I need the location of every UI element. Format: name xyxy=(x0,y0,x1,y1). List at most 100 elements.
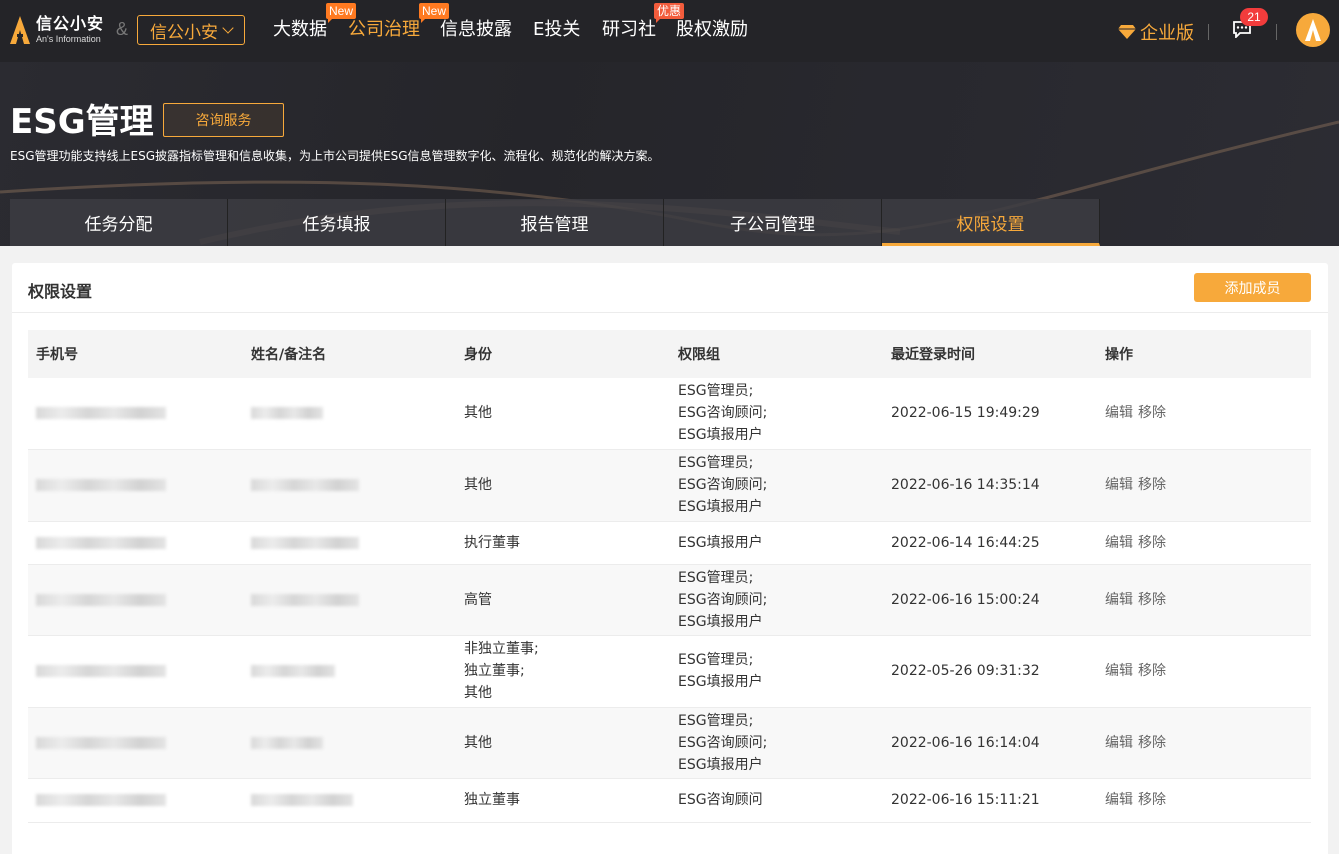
tab-task-filling[interactable]: 任务填报 xyxy=(228,199,446,246)
panel-title: 权限设置 xyxy=(28,282,93,301)
permission-group-cell: ESG管理员; ESG咨询顾问; ESG填报用户 xyxy=(670,564,883,636)
phone-cell-redacted xyxy=(28,778,243,823)
last-login-cell: 2022-05-26 09:31:32 xyxy=(883,635,1097,708)
redacted-phone xyxy=(36,794,166,806)
actions-cell: 编辑 移除 xyxy=(1097,378,1311,450)
redacted-phone xyxy=(36,479,166,491)
brand-logo[interactable]: 信公小安 An's Information xyxy=(10,14,104,46)
permission-group-cell: ESG管理员; ESG咨询顾问; ESG填报用户 xyxy=(670,707,883,779)
nav-item-disclosure[interactable]: 信息披露 xyxy=(440,19,512,41)
remove-link[interactable]: 移除 xyxy=(1138,735,1166,751)
remove-link[interactable]: 移除 xyxy=(1138,663,1166,679)
last-login-cell: 2022-06-15 19:49:29 xyxy=(883,378,1097,450)
name-cell-redacted xyxy=(243,521,456,565)
edit-link[interactable]: 编辑 xyxy=(1105,405,1133,421)
identity-line: 独立董事 xyxy=(464,792,520,808)
nav-item-equity-incentive[interactable]: 股权激励 xyxy=(676,19,748,41)
new-badge: New xyxy=(419,3,450,23)
new-badge: New xyxy=(326,3,357,23)
permission-group-line: ESG管理员; xyxy=(678,712,754,729)
permission-group-line: ESG填报用户 xyxy=(678,613,763,630)
message-count-badge: 21 xyxy=(1240,8,1268,26)
redacted-phone xyxy=(36,665,166,677)
nav-item-big-data[interactable]: 大数据 xyxy=(273,19,327,41)
edit-link[interactable]: 编辑 xyxy=(1105,535,1133,551)
table-row: 非独立董事; 独立董事; 其他 ESG管理员; ESG填报用户 2022-05-26 09… xyxy=(28,635,1311,708)
add-member-button[interactable]: 添加成员 xyxy=(1194,273,1311,302)
phone-cell-redacted xyxy=(28,635,243,708)
remove-link[interactable]: 移除 xyxy=(1138,592,1166,608)
identity-cell: 其他 xyxy=(456,707,670,779)
permission-group-line: ESG填报用户 xyxy=(678,499,763,515)
discount-badge: 优惠 xyxy=(654,3,685,23)
permission-group-cell: ESG管理员; ESG咨询顾问; ESG填报用户 xyxy=(670,378,883,450)
product-select-label: 信公小安 xyxy=(150,22,218,43)
last-login-cell: 2022-06-16 15:11:21 xyxy=(883,778,1097,823)
name-cell-redacted xyxy=(243,635,456,708)
enterprise-edition-link[interactable]: 企业版 xyxy=(1118,19,1194,45)
remove-link[interactable]: 移除 xyxy=(1138,792,1166,808)
nav-item-e-ir[interactable]: E投关 xyxy=(533,19,580,41)
tab-report-management[interactable]: 报告管理 xyxy=(446,199,664,246)
identity-line: 其他 xyxy=(464,734,492,751)
enterprise-label: 企业版 xyxy=(1140,23,1194,44)
identity-line: 独立董事; xyxy=(464,663,525,679)
nav-item-academy[interactable]: 研习社 xyxy=(602,19,656,41)
column-header-phone: 手机号 xyxy=(28,330,243,378)
permission-group-line: ESG咨询顾问; xyxy=(678,734,768,751)
table-row: 高管 ESG管理员; ESG咨询顾问; ESG填报用户 2022-06-16 15:00… xyxy=(28,564,1311,636)
avatar[interactable] xyxy=(1296,13,1330,47)
edit-link[interactable]: 编辑 xyxy=(1105,735,1133,751)
permission-group-line: ESG管理员; xyxy=(678,569,754,586)
nav-item-corporate-governance[interactable]: 公司治理 xyxy=(348,19,420,41)
last-login-cell: 2022-06-16 16:14:04 xyxy=(883,707,1097,779)
column-header-identity: 身份 xyxy=(456,330,670,378)
permission-group-line: ESG填报用户 xyxy=(678,534,763,551)
identity-line: 其他 xyxy=(464,685,492,701)
diamond-icon xyxy=(1118,25,1136,39)
tab-permission-settings[interactable]: 权限设置 xyxy=(882,199,1100,246)
permission-group-line: ESG咨询顾问; xyxy=(678,405,768,422)
remove-link[interactable]: 移除 xyxy=(1138,535,1166,551)
product-select[interactable]: 信公小安 xyxy=(137,15,245,45)
edit-link[interactable]: 编辑 xyxy=(1105,592,1133,608)
redacted-name xyxy=(251,536,359,549)
remove-link[interactable]: 移除 xyxy=(1138,477,1166,493)
identity-cell: 其他 xyxy=(456,449,670,522)
permission-group-line: ESG咨询顾问 xyxy=(678,792,763,808)
page-title: ESG管理 xyxy=(10,102,154,142)
identity-line: 高管 xyxy=(464,591,492,608)
permission-group-line: ESG填报用户 xyxy=(678,756,763,773)
edit-link[interactable]: 编辑 xyxy=(1105,792,1133,808)
edit-link[interactable]: 编辑 xyxy=(1105,477,1133,493)
table-row: 执行董事 ESG填报用户 2022-06-14 16:44:25 编辑 移除 xyxy=(28,521,1311,565)
name-cell-redacted xyxy=(243,449,456,522)
module-tabs: 任务分配 任务填报 报告管理 子公司管理 权限设置 xyxy=(10,199,1100,246)
name-cell-redacted xyxy=(243,778,456,823)
phone-cell-redacted xyxy=(28,564,243,636)
actions-cell: 编辑 移除 xyxy=(1097,564,1311,636)
tab-task-assignment[interactable]: 任务分配 xyxy=(10,199,228,246)
logo-subtitle: An's Information xyxy=(36,34,101,44)
edit-link[interactable]: 编辑 xyxy=(1105,663,1133,679)
permission-group-cell: ESG咨询顾问 xyxy=(670,778,883,823)
last-login-cell: 2022-06-14 16:44:25 xyxy=(883,521,1097,565)
tab-subsidiary-management[interactable]: 子公司管理 xyxy=(664,199,882,246)
name-cell-redacted xyxy=(243,378,456,450)
table-row: 其他 ESG管理员; ESG咨询顾问; ESG填报用户 2022-06-16 16:14… xyxy=(28,707,1311,779)
remove-link[interactable]: 移除 xyxy=(1138,405,1166,421)
redacted-name xyxy=(251,736,323,749)
permission-group-line: ESG咨询顾问; xyxy=(678,591,768,608)
actions-cell: 编辑 移除 xyxy=(1097,521,1311,565)
identity-cell: 非独立董事; 独立董事; 其他 xyxy=(456,635,670,708)
identity-line: 执行董事 xyxy=(464,534,520,551)
column-header-permission-group: 权限组 xyxy=(670,330,883,378)
identity-line: 其他 xyxy=(464,477,492,493)
logo-icon xyxy=(10,14,30,46)
permission-group-cell: ESG管理员; ESG填报用户 xyxy=(670,635,883,708)
table-row: 其他 ESG管理员; ESG咨询顾问; ESG填报用户 2022-06-16 14:35… xyxy=(28,449,1311,522)
permission-group-cell: ESG管理员; ESG咨询顾问; ESG填报用户 xyxy=(670,449,883,522)
consult-service-button[interactable]: 咨询服务 xyxy=(163,103,284,137)
identity-cell: 执行董事 xyxy=(456,521,670,565)
permission-group-cell: ESG填报用户 xyxy=(670,521,883,565)
